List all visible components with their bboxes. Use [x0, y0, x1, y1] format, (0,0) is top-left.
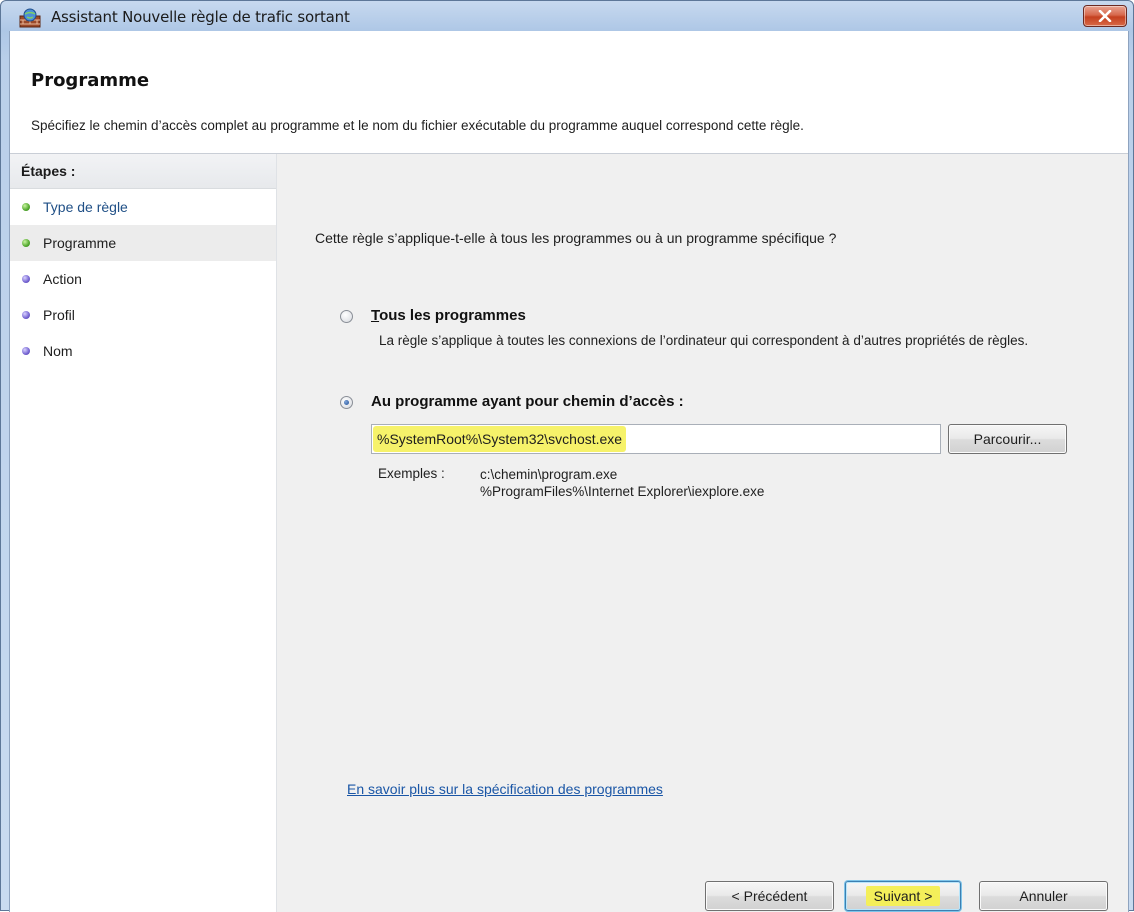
step-programme[interactable]: Programme: [10, 225, 276, 261]
step-label: Profil: [43, 307, 75, 323]
all-programs-radio[interactable]: [340, 310, 353, 323]
all-programs-description: La règle s’applique à toutes les connexi…: [379, 333, 1029, 348]
page-title: Programme: [31, 70, 150, 91]
step-type-de-regle[interactable]: Type de règle: [10, 189, 276, 225]
step-action: Action: [10, 261, 276, 297]
wizard-window: Assistant Nouvelle règle de trafic sorta…: [0, 0, 1134, 912]
learn-more-link[interactable]: En savoir plus sur la spécification des …: [347, 781, 663, 797]
step-label: Action: [43, 271, 82, 287]
step-current-icon: [22, 239, 30, 247]
program-path-input[interactable]: [371, 424, 941, 454]
step-pending-icon: [22, 311, 30, 319]
all-programs-label-rest: ous les programmes: [379, 307, 526, 324]
cancel-button[interactable]: Annuler: [979, 881, 1108, 911]
next-button-label: Suivant >: [865, 886, 941, 906]
step-pending-icon: [22, 347, 30, 355]
window-title: Assistant Nouvelle règle de trafic sorta…: [51, 8, 350, 26]
close-button[interactable]: [1083, 5, 1127, 27]
examples-label: Exemples :: [378, 466, 445, 481]
step-label: Type de règle: [43, 199, 128, 215]
step-profil: Profil: [10, 297, 276, 333]
examples-list: c:\chemin\program.exe %ProgramFiles%\Int…: [480, 466, 764, 500]
program-path-radio[interactable]: [340, 396, 353, 409]
steps-heading: Étapes :: [10, 154, 276, 189]
program-path-label[interactable]: Au programme ayant pour chemin d’accès :: [371, 393, 684, 410]
main-panel: Cette règle s’applique-t-elle à tous les…: [277, 154, 1128, 912]
example-item: c:\chemin\program.exe: [480, 467, 618, 482]
step-complete-icon: [22, 203, 30, 211]
step-label: Nom: [43, 343, 73, 359]
wizard-client-area: Programme Spécifiez le chemin d’accès co…: [9, 31, 1129, 912]
step-pending-icon: [22, 275, 30, 283]
back-button[interactable]: < Précédent: [705, 881, 834, 911]
browse-button[interactable]: Parcourir...: [948, 424, 1067, 454]
example-item: %ProgramFiles%\Internet Explorer\iexplor…: [480, 484, 765, 499]
next-button[interactable]: Suivant >: [845, 881, 961, 911]
close-icon: [1098, 10, 1112, 22]
steps-sidebar: Étapes : Type de règle Programme Action …: [10, 154, 277, 912]
step-nom: Nom: [10, 333, 276, 369]
page-header: Programme Spécifiez le chemin d’accès co…: [10, 31, 1128, 154]
scope-question: Cette règle s’applique-t-elle à tous les…: [315, 230, 837, 246]
all-programs-label[interactable]: Tous les programmes: [371, 307, 526, 324]
title-bar[interactable]: Assistant Nouvelle règle de trafic sorta…: [1, 1, 1133, 31]
step-label: Programme: [43, 235, 117, 251]
firewall-icon: [19, 8, 41, 28]
page-description: Spécifiez le chemin d’accès complet au p…: [31, 118, 804, 133]
